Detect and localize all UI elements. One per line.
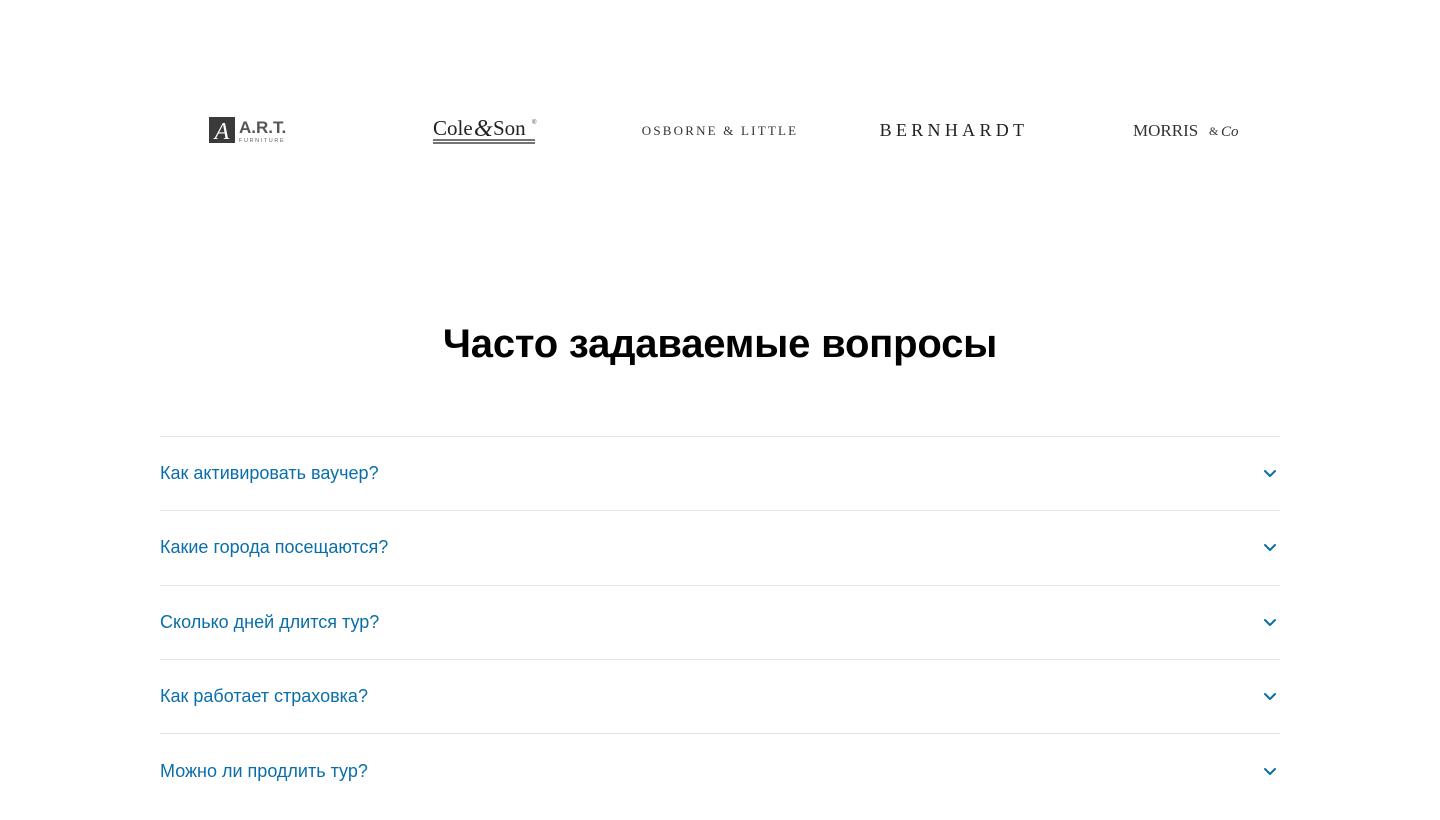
svg-text:®: ® [532,119,537,126]
faq-item[interactable]: Можно ли продлить тур? [160,734,1280,808]
faq-item[interactable]: Сколько дней длится тур? [160,586,1280,660]
chevron-down-icon[interactable] [1260,538,1280,558]
svg-text:A: A [213,119,230,145]
brand-logo-morris-co: MORRIS & Co [1071,100,1305,160]
svg-text:Co: Co [1221,124,1239,140]
chevron-down-icon[interactable] [1260,612,1280,632]
svg-text:&: & [1209,124,1219,138]
brand-logo-cole-and-son: Cole & Son ® [369,100,603,160]
svg-text:&: & [474,116,493,142]
brand-logos: A A.R.T. FURNITURE Cole & Son ® OSBORNE … [135,100,1305,160]
svg-text:MORRIS: MORRIS [1133,121,1198,140]
chevron-down-icon[interactable] [1260,464,1280,484]
faq-item[interactable]: Как активировать ваучер? [160,437,1280,512]
faq-question[interactable]: Сколько дней длится тур? [160,612,379,633]
faq-title: Часто задаваемые вопросы [442,322,998,366]
brand-logo-osborne-little: OSBORNE & LITTLE [603,100,837,160]
brand-logo-art: A A.R.T. FURNITURE [135,100,369,160]
chevron-down-icon[interactable] [1260,761,1280,781]
svg-text:A.R.T.: A.R.T. [239,118,286,137]
svg-text:Cole: Cole [433,116,473,140]
brand-logo-bernhardt: BERNHARDT [837,100,1071,160]
svg-text:FURNITURE: FURNITURE [239,138,285,144]
faq-question[interactable]: Как работает страховка? [160,686,368,707]
faq-question[interactable]: Как активировать ваучер? [160,463,379,484]
faq-question[interactable]: Какие города посещаются? [160,537,388,558]
svg-text:BERNHARDT: BERNHARDT [880,120,1029,140]
faq-item[interactable]: Какие города посещаются? [160,511,1280,586]
faq-accordion: Как активировать ваучер? Какие города по… [160,436,1280,808]
svg-text:OSBORNE & LITTLE: OSBORNE & LITTLE [642,123,799,138]
faq-item[interactable]: Как работает страховка? [160,660,1280,735]
chevron-down-icon[interactable] [1260,687,1280,707]
faq-question[interactable]: Можно ли продлить тур? [160,761,368,782]
svg-text:Son: Son [493,116,526,140]
